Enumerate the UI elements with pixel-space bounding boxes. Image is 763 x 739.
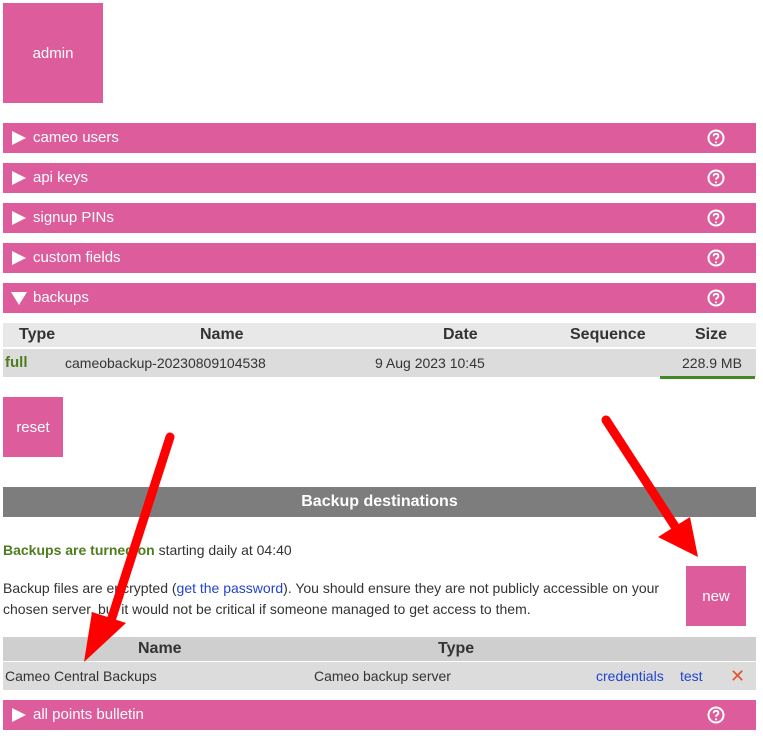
destinations-table-header: Name Type <box>3 637 756 661</box>
column-header-name: Name <box>200 326 244 343</box>
table-row[interactable]: full cameobackup-20230809104538 9 Aug 20… <box>3 349 756 377</box>
section-label: custom fields <box>33 249 121 266</box>
triangle-down-icon <box>11 292 27 305</box>
section-label: api keys <box>33 169 89 186</box>
section-label: all points bulletin <box>33 706 144 723</box>
destination-name: Cameo Central Backups <box>5 668 157 684</box>
help-circle-icon[interactable] <box>707 249 725 267</box>
section-api-keys[interactable]: api keys <box>3 163 756 193</box>
backup-status-schedule: starting daily at 04:40 <box>154 542 292 558</box>
column-header-type: Type <box>19 326 56 343</box>
help-circle-icon[interactable] <box>707 209 725 227</box>
column-header-type: Type <box>438 640 475 657</box>
backup-status-on: Backups are turned on <box>3 542 155 558</box>
section-custom-fields[interactable]: custom fields <box>3 243 756 273</box>
table-row[interactable]: Cameo Central Backups Cameo backup serve… <box>3 662 756 690</box>
column-header-size: Size <box>695 326 728 343</box>
triangle-right-icon <box>12 708 26 722</box>
close-icon[interactable]: ✕ <box>730 662 745 690</box>
backup-name: cameobackup-20230809104538 <box>65 355 266 371</box>
new-destination-button[interactable]: new <box>686 566 746 626</box>
section-label: cameo users <box>33 129 119 146</box>
triangle-right-icon <box>12 251 26 265</box>
size-bar <box>660 376 755 379</box>
section-label: signup PINs <box>33 209 114 226</box>
help-circle-icon[interactable] <box>707 706 725 724</box>
backup-size: 228.9 MB <box>682 355 742 371</box>
encryption-note: Backup files are encrypted (get the pass… <box>3 578 663 620</box>
credentials-link[interactable]: credentials <box>596 662 664 690</box>
triangle-right-icon <box>12 171 26 185</box>
section-signup-pins[interactable]: signup PINs <box>3 203 756 233</box>
help-circle-icon[interactable] <box>707 289 725 307</box>
help-circle-icon[interactable] <box>707 169 725 187</box>
section-label: backups <box>33 289 89 306</box>
backups-table-header: Type Name Date Sequence Size <box>3 323 756 347</box>
admin-button[interactable]: admin <box>3 3 103 103</box>
backup-type: full <box>5 354 28 371</box>
get-password-link[interactable]: get the password <box>177 580 284 596</box>
section-cameo-users[interactable]: cameo users <box>3 123 756 153</box>
backup-status: Backups are turned on starting daily at … <box>3 540 292 560</box>
column-header-date: Date <box>443 326 478 343</box>
triangle-right-icon <box>12 211 26 225</box>
destination-type: Cameo backup server <box>314 668 451 684</box>
help-circle-icon[interactable] <box>707 129 725 147</box>
section-all-points-bulletin[interactable]: all points bulletin <box>3 700 756 730</box>
section-backups[interactable]: backups <box>3 283 756 313</box>
column-header-sequence: Sequence <box>570 326 646 343</box>
column-header-name: Name <box>138 640 182 657</box>
backup-date: 9 Aug 2023 10:45 <box>375 355 485 371</box>
encryption-note-text: Backup files are encrypted ( <box>3 580 177 596</box>
reset-button[interactable]: reset <box>3 397 63 457</box>
backup-destinations-header: Backup destinations <box>3 487 756 517</box>
test-link[interactable]: test <box>680 662 703 690</box>
triangle-right-icon <box>12 131 26 145</box>
